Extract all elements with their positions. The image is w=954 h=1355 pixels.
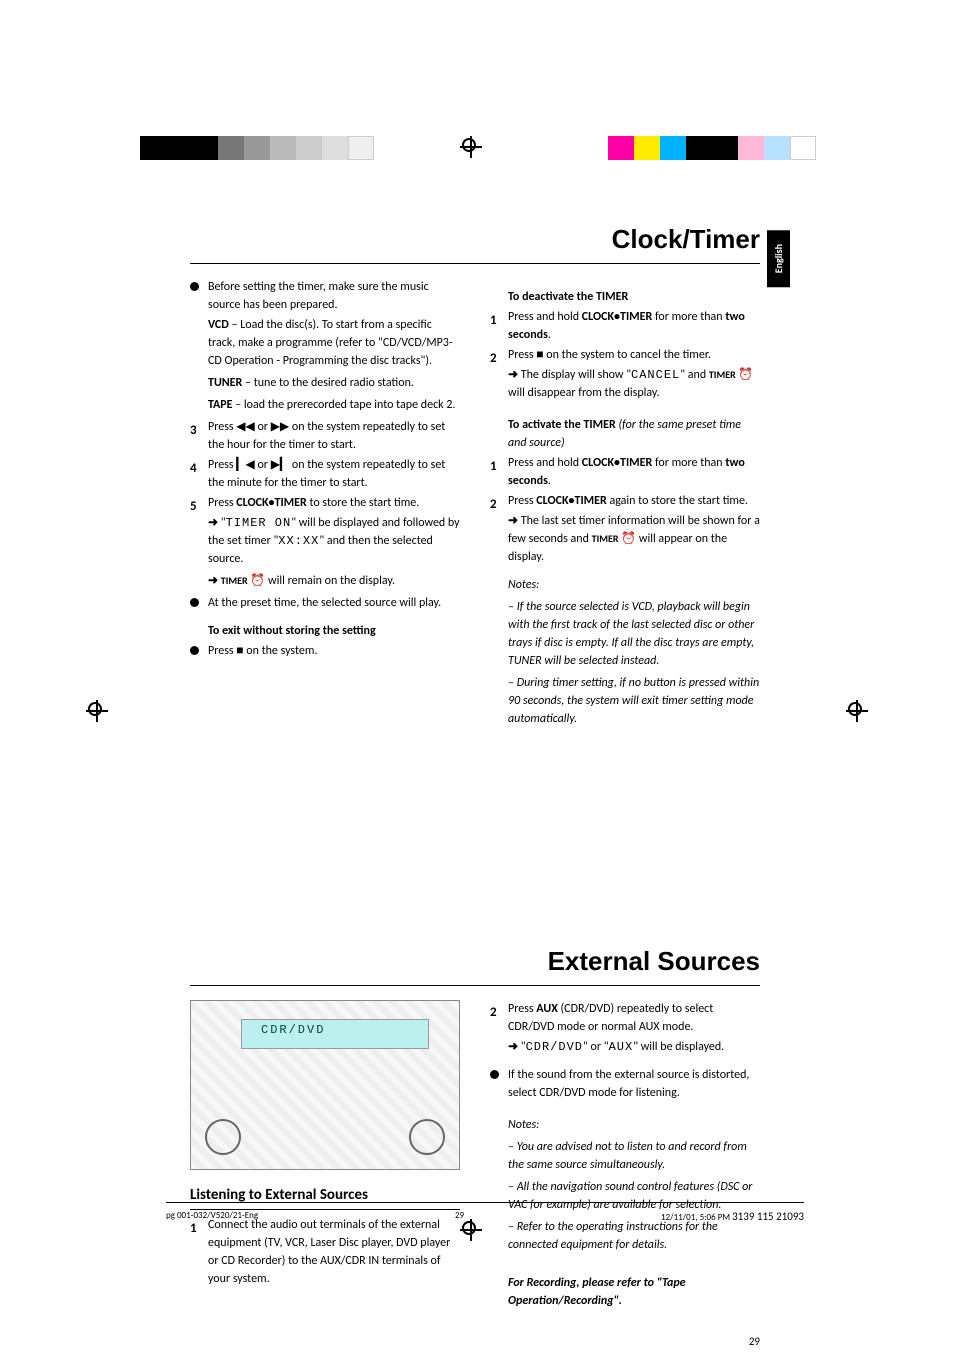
deact2-a: Press ■ on the system to cancel the time… [508, 348, 711, 362]
illustration-display-text: CDR/DVD [261, 1021, 325, 1039]
timer-remain-text: ⏰ will remain on the display. [248, 574, 395, 588]
external-left-column: CDR/DVD Listening to External Sources 1 … [190, 1000, 460, 1314]
section-title-external-sources: External Sources [190, 942, 760, 986]
page-footer: pg 001-032/V520/21-Eng 29 12/11/01, 5:06… [166, 1202, 804, 1226]
step-number-2: 2 [490, 349, 497, 369]
tuner-label: TUNER [208, 376, 242, 390]
step2-arrow-c: " will be displayed. [633, 1040, 724, 1054]
notes-heading: Notes: [490, 1116, 760, 1134]
tape-text: – load the prerecorded tape into tape de… [233, 398, 456, 412]
bullet-icon [190, 282, 199, 291]
clock-timer-button-label: CLOCK•TIMER [582, 456, 652, 470]
act2-b: again to store the start time. [607, 494, 748, 508]
color-registration-bar-left [140, 136, 374, 160]
registration-mark-right [846, 700, 868, 722]
rewind-icon: ◀◀ [236, 420, 254, 434]
clock-timer-button-label: CLOCK•TIMER [582, 310, 652, 324]
display-cancel: CANCEL [631, 368, 680, 382]
deactivate-heading: To deactivate the TIMER [490, 288, 760, 306]
footer-page: 29 [455, 1209, 464, 1226]
exit-text: Press ■ on the system. [208, 644, 317, 658]
notes-heading: Notes: [490, 576, 760, 594]
bullet-icon [490, 1070, 499, 1079]
device-illustration: CDR/DVD [190, 1000, 460, 1170]
act1-a: Press and hold [508, 456, 582, 470]
deact2-arrow-b: " and [680, 368, 709, 382]
step-number-2: 2 [490, 1003, 497, 1023]
color-registration-bar-right [608, 136, 816, 160]
step5-b: to store the start time. [307, 496, 420, 510]
registration-mark-left [86, 700, 108, 722]
deact1-d: . [548, 328, 551, 342]
display-aux: AUX [609, 1040, 634, 1054]
step-number-3: 3 [190, 421, 197, 441]
step3-b: or [255, 420, 271, 434]
step4-b: or [255, 458, 271, 472]
note-2: – During timer setting, if no button is … [490, 674, 760, 728]
step-number-4: 4 [190, 459, 197, 479]
step3-a: Press [208, 420, 236, 434]
step-number-1: 1 [490, 311, 497, 331]
forward-icon: ▶▶ [271, 420, 289, 434]
recording-reference: For Recording, please refer to "Tape Ope… [490, 1274, 760, 1310]
exit-heading: To exit without storing the setting [190, 622, 460, 640]
step4-a: Press [208, 458, 236, 472]
footer-datetime: 12/11/01, 5:06 PM [661, 1212, 732, 1223]
act1-b: for more than [652, 456, 725, 470]
clock-timer-left-column: Before setting the timer, make sure the … [190, 278, 460, 732]
step-number-5: 5 [190, 497, 197, 517]
tuner-text: – tune to the desired radio station. [242, 376, 414, 390]
step5-a: Press [208, 496, 236, 510]
language-tab: English [767, 230, 790, 287]
display-timer-on: TIMER ON [226, 516, 292, 530]
display-time-value: XX:XX [278, 534, 319, 548]
timer-label: TIMER [221, 574, 248, 587]
bullet-icon [190, 598, 199, 607]
deact1-b: for more than [652, 310, 725, 324]
act1-d: . [548, 474, 551, 488]
registration-mark-top [460, 136, 482, 158]
aux-button-label: AUX [536, 1002, 558, 1016]
section-title-clock-timer: Clock/Timer [190, 220, 760, 264]
step-number-1: 1 [490, 457, 497, 477]
preset-text: At the preset time, the selected source … [208, 596, 441, 610]
distortion-note: If the sound from the external source is… [508, 1068, 749, 1100]
act2-a: Press [508, 494, 536, 508]
external-right-column: 2 Press AUX (CDR/DVD) repeatedly to sele… [490, 1000, 760, 1314]
clock-timer-right-column: To deactivate the TIMER 1 Press and hold… [490, 278, 760, 732]
step2-a: Press [508, 1002, 536, 1016]
bullet-icon [190, 646, 199, 655]
footer-filename: pg 001-032/V520/21-Eng [166, 1209, 258, 1226]
next-track-icon: ▶▎ [271, 458, 289, 472]
ext-note-1: – You are advised not to listen to and r… [490, 1138, 760, 1174]
step2-arrow-b: " or " [583, 1040, 609, 1054]
page-number: 29 [190, 1334, 760, 1351]
deact1-a: Press and hold [508, 310, 582, 324]
footer-part-number: 3139 115 21093 [732, 1210, 804, 1223]
vcd-text: – Load the disc(s). To start from a spec… [208, 318, 453, 368]
intro-text: Before setting the timer, make sure the … [208, 280, 429, 312]
page-content: English Clock/Timer Before setting the t… [190, 220, 760, 1355]
clock-timer-button-label: CLOCK•TIMER [536, 494, 606, 508]
vcd-label: VCD [208, 318, 229, 332]
note-1: – If the source selected is VCD, playbac… [490, 598, 760, 670]
display-cdr-dvd: CDR/DVD [526, 1040, 583, 1054]
activate-heading: To activate the TIMER [508, 418, 618, 432]
timer-label: TIMER [592, 532, 619, 545]
tape-label: TAPE [208, 398, 233, 412]
left-step1-text: Connect the audio out terminals of the e… [208, 1218, 450, 1286]
deact2-arrow-a: The display will show " [521, 368, 631, 382]
step-number-2: 2 [490, 495, 497, 515]
clock-timer-button-label: CLOCK•TIMER [236, 496, 306, 510]
timer-label: TIMER [709, 368, 736, 381]
prev-track-icon: ▎◀ [236, 458, 254, 472]
